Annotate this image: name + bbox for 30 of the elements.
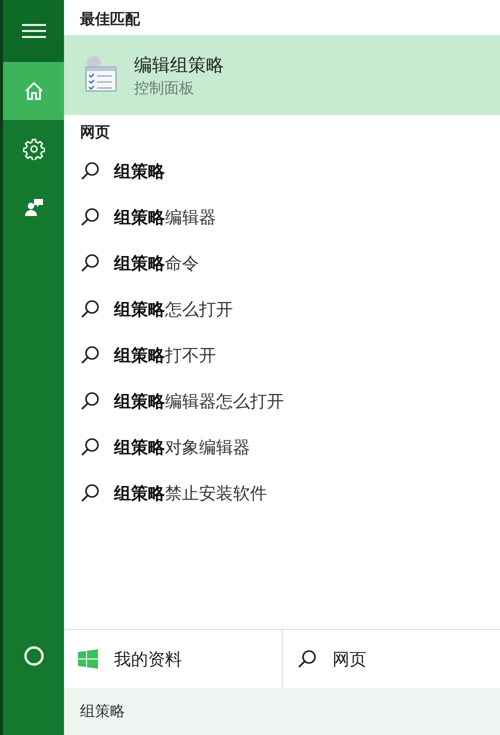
search-icon <box>80 161 100 181</box>
result-subtitle: 控制面板 <box>134 78 195 98</box>
search-icon <box>80 207 100 227</box>
search-icon <box>80 253 100 273</box>
circle-icon <box>22 645 44 667</box>
suggestion-link[interactable]: 组策略编辑器怎么打开 <box>114 390 284 412</box>
suggestion-link[interactable]: 组策略打不开 <box>114 344 216 366</box>
settings-icon <box>22 138 44 160</box>
search-icon <box>296 649 316 669</box>
search-icon <box>80 391 100 411</box>
windows-icon <box>78 649 98 669</box>
sidebar-button[interactable] <box>3 0 64 62</box>
person-icon <box>24 197 44 217</box>
suggestion-link[interactable]: 组策略对象编辑器 <box>114 436 250 458</box>
suggestion-link[interactable]: 组策略怎么打开 <box>114 298 233 320</box>
section-heading: 网页 <box>79 122 111 143</box>
section-heading: 最佳匹配 <box>79 9 141 30</box>
result-title: 编辑组策略 <box>134 54 224 76</box>
search-icon <box>80 483 100 503</box>
search-icon <box>80 299 100 319</box>
best-match-item[interactable]: 编辑组策略 控制面板 <box>64 35 500 115</box>
search-field[interactable]: 组策略 <box>64 688 500 735</box>
search-icon <box>80 437 100 457</box>
menu-icon <box>22 23 46 39</box>
suggestion-link[interactable]: 组策略 <box>114 160 165 182</box>
suggestion-link[interactable]: 组策略编辑器 <box>114 206 216 228</box>
suggestion-link[interactable]: 组策略禁止安装软件 <box>114 482 267 504</box>
search-icon <box>80 345 100 365</box>
home-icon <box>24 81 44 101</box>
suggestion-link[interactable]: 组策略命令 <box>114 252 199 274</box>
